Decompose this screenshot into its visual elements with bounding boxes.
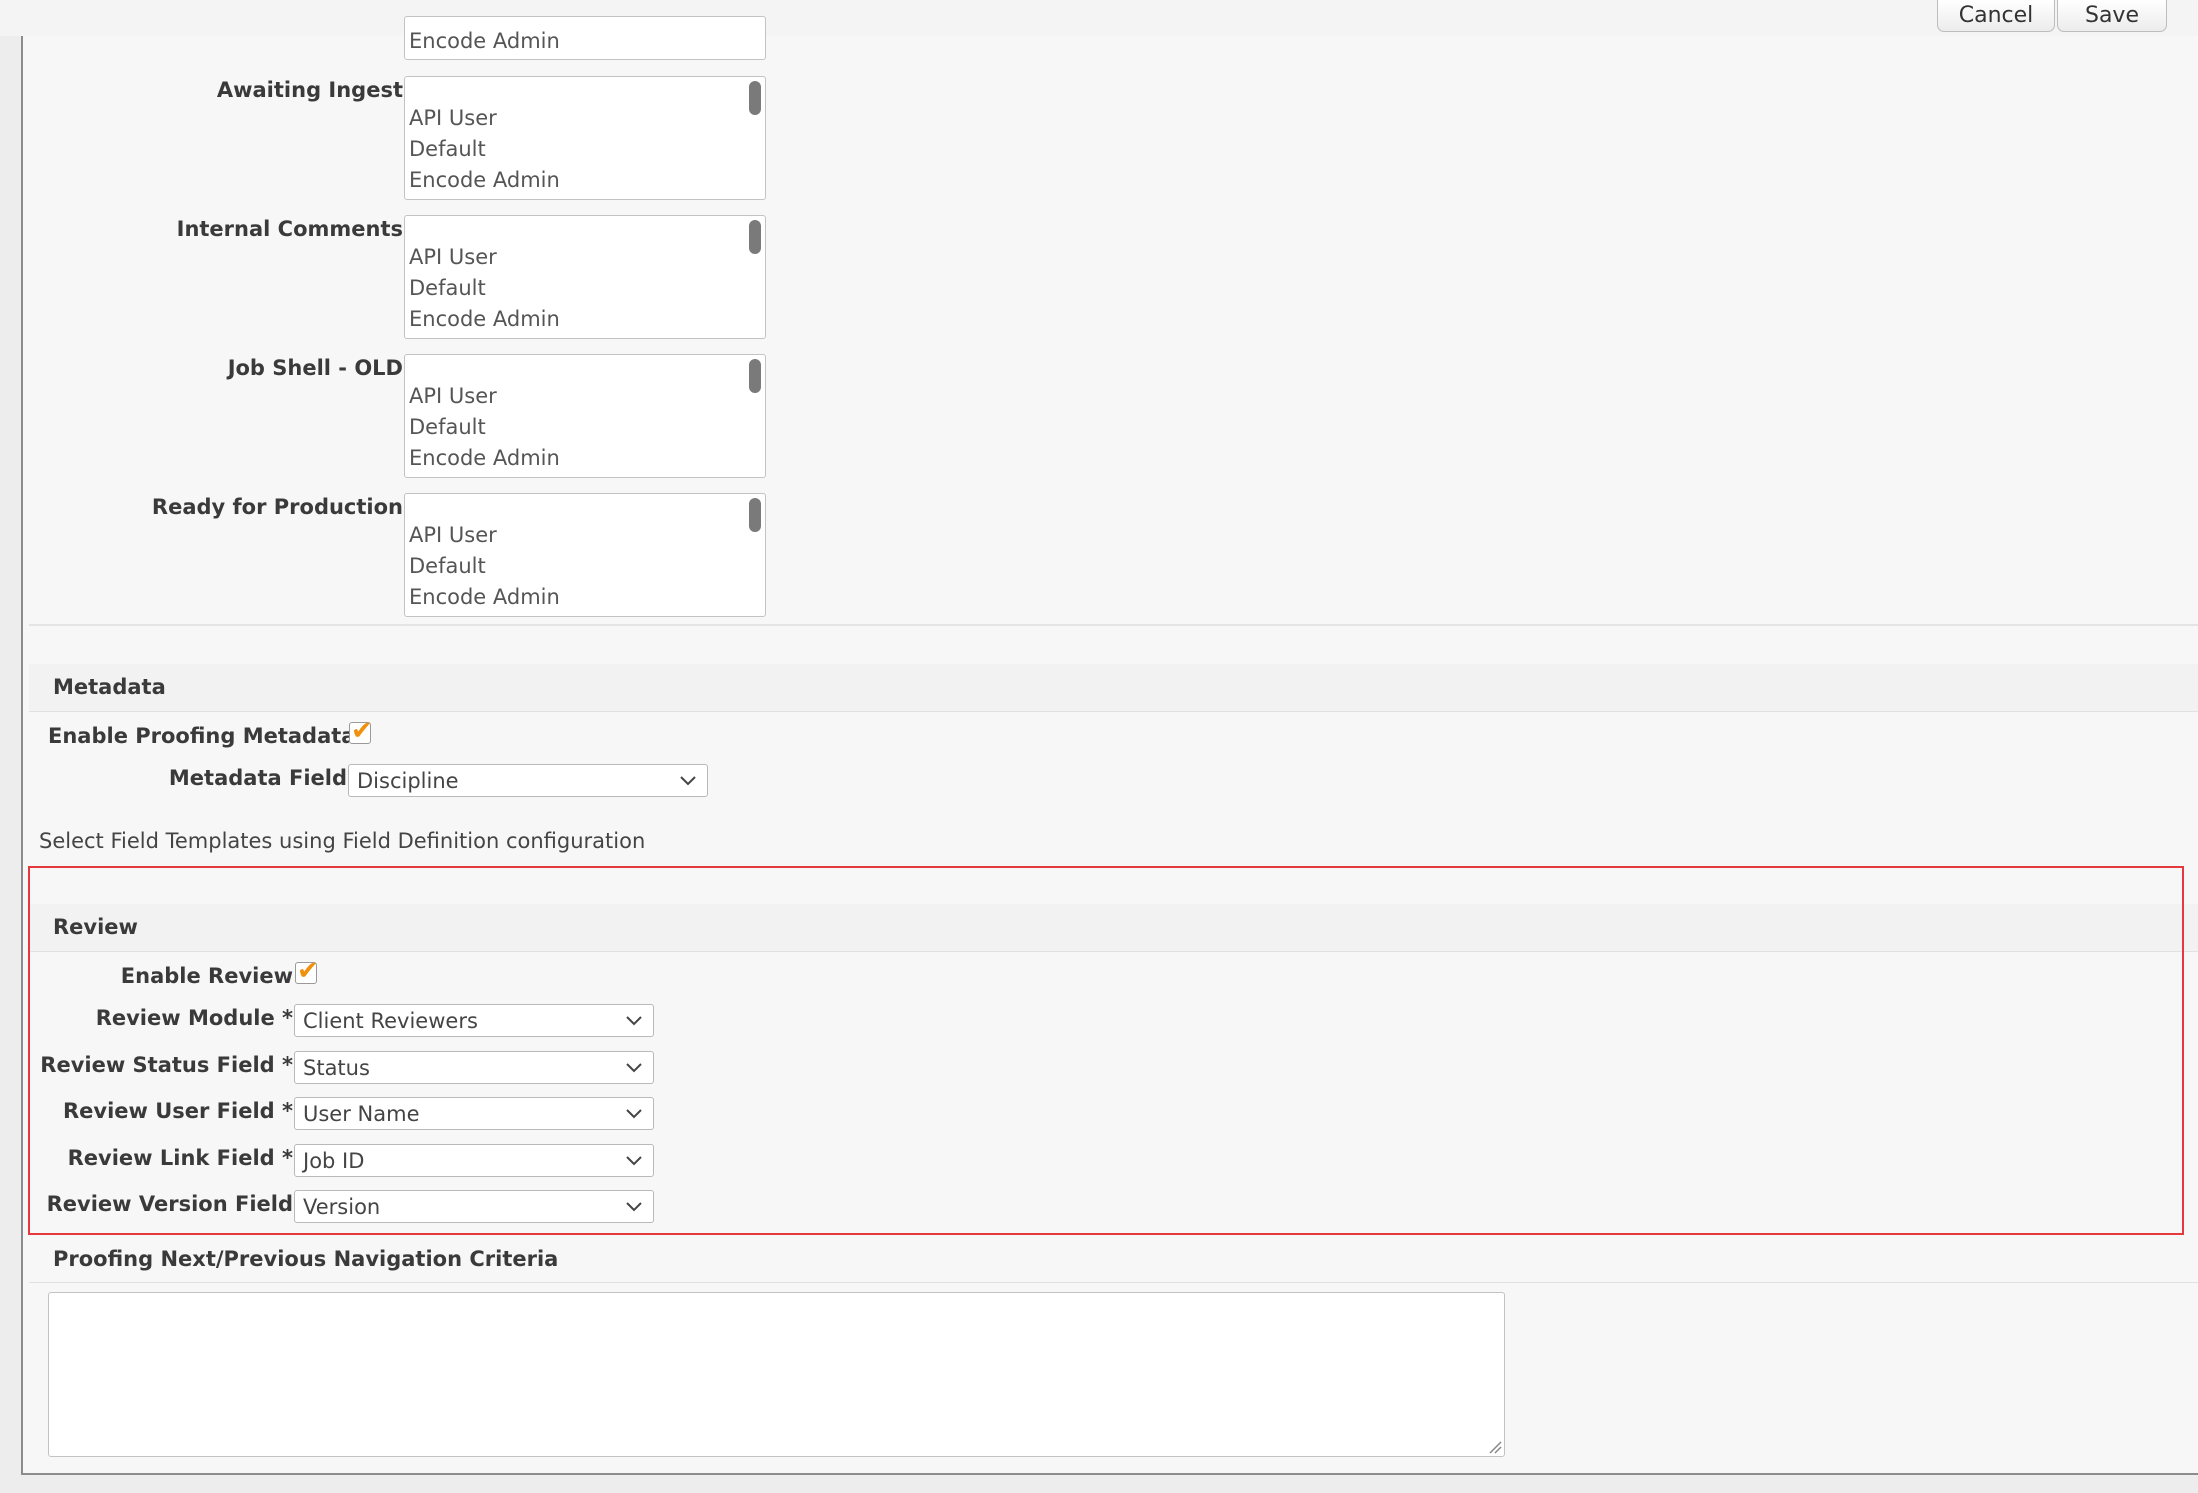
- status-label-internal-comments: Internal Comments: [176, 217, 403, 241]
- review-module-label: Review Module *: [95, 1006, 293, 1030]
- list-option[interactable]: Encode Admin: [405, 26, 765, 57]
- enable-proofing-metadata-label: Enable Proofing Metadata: [48, 724, 356, 748]
- scrollbar[interactable]: [749, 498, 761, 532]
- review-section-header: Review: [29, 904, 2198, 952]
- save-button[interactable]: Save: [2057, 0, 2167, 32]
- metadata-section-title: Metadata: [53, 675, 166, 699]
- review-section-title: Review: [53, 915, 138, 939]
- list-option[interactable]: Encode Admin: [405, 443, 765, 474]
- review-user-field-label: Review User Field *: [62, 1099, 293, 1123]
- checkmark-icon: ✔: [351, 716, 373, 746]
- list-option[interactable]: Default: [405, 273, 765, 304]
- review-module-value: Client Reviewers: [303, 1009, 478, 1033]
- review-user-field-value: User Name: [303, 1102, 420, 1126]
- navigation-section-header: Proofing Next/Previous Navigation Criter…: [29, 1235, 2198, 1283]
- resize-handle-icon[interactable]: [1488, 1440, 1502, 1454]
- list-option[interactable]: Default: [405, 134, 765, 165]
- navigation-section-title: Proofing Next/Previous Navigation Criter…: [53, 1247, 559, 1271]
- status-list-internal-comments[interactable]: API User Default Encode Admin: [404, 215, 766, 339]
- review-version-field-value: Version: [303, 1195, 381, 1219]
- enable-review-label: Enable Review: [120, 964, 293, 988]
- scrollbar[interactable]: [749, 81, 761, 115]
- list-option[interactable]: API User: [405, 381, 765, 412]
- metadata-field-label: Metadata Field: [168, 766, 347, 790]
- list-option[interactable]: API User: [405, 242, 765, 273]
- list-option[interactable]: Default: [405, 551, 765, 582]
- review-link-field-label: Review Link Field *: [67, 1146, 293, 1170]
- metadata-section-header: Metadata: [29, 664, 2198, 712]
- chevron-down-icon: [680, 776, 696, 786]
- chevron-down-icon: [626, 1109, 642, 1119]
- metadata-field-value: Discipline: [357, 769, 459, 793]
- navigation-criteria-textarea[interactable]: [48, 1292, 1505, 1457]
- enable-review-checkbox[interactable]: ✔: [295, 957, 319, 985]
- status-label-job-shell-old: Job Shell - OLD: [227, 356, 403, 380]
- list-option[interactable]: Encode Admin: [405, 165, 765, 196]
- list-option[interactable]: Default: [405, 412, 765, 443]
- list-option[interactable]: Encode Admin: [405, 304, 765, 335]
- top-toolbar: Cancel Save: [0, 0, 2198, 36]
- chevron-down-icon: [626, 1063, 642, 1073]
- enable-proofing-metadata-checkbox[interactable]: ✔: [349, 717, 373, 745]
- review-user-field-select[interactable]: User Name: [294, 1097, 654, 1130]
- status-list-ready-for-production[interactable]: API User Default Encode Admin: [404, 493, 766, 617]
- review-module-select[interactable]: Client Reviewers: [294, 1004, 654, 1037]
- review-status-field-select[interactable]: Status: [294, 1051, 654, 1084]
- status-list-awaiting-ingest[interactable]: API User Default Encode Admin: [404, 76, 766, 200]
- scrollbar[interactable]: [749, 359, 761, 393]
- list-option[interactable]: API User: [405, 520, 765, 551]
- status-list-partial[interactable]: Encode Admin: [404, 16, 766, 60]
- status-label-awaiting-ingest: Awaiting Ingest: [216, 78, 403, 102]
- review-status-field-value: Status: [303, 1056, 370, 1080]
- status-label-ready-for-production: Ready for Production: [151, 495, 403, 519]
- review-version-field-label: Review Version Field: [46, 1192, 293, 1216]
- review-version-field-select[interactable]: Version: [294, 1190, 654, 1223]
- list-option[interactable]: API User: [405, 103, 765, 134]
- cancel-button[interactable]: Cancel: [1937, 0, 2055, 32]
- metadata-field-select[interactable]: Discipline: [348, 764, 708, 797]
- status-list-job-shell-old[interactable]: API User Default Encode Admin: [404, 354, 766, 478]
- section-divider: [29, 624, 2198, 626]
- settings-panel: Encode Admin Awaiting Ingest API User De…: [21, 16, 2198, 1475]
- field-templates-note: Select Field Templates using Field Defin…: [39, 829, 646, 853]
- checkmark-icon: ✔: [297, 956, 319, 986]
- list-option[interactable]: Encode Admin: [405, 582, 765, 613]
- review-link-field-select[interactable]: Job ID: [294, 1144, 654, 1177]
- scrollbar[interactable]: [749, 220, 761, 254]
- review-status-field-label: Review Status Field *: [40, 1053, 293, 1077]
- chevron-down-icon: [626, 1202, 642, 1212]
- chevron-down-icon: [626, 1016, 642, 1026]
- review-link-field-value: Job ID: [303, 1149, 365, 1173]
- chevron-down-icon: [626, 1156, 642, 1166]
